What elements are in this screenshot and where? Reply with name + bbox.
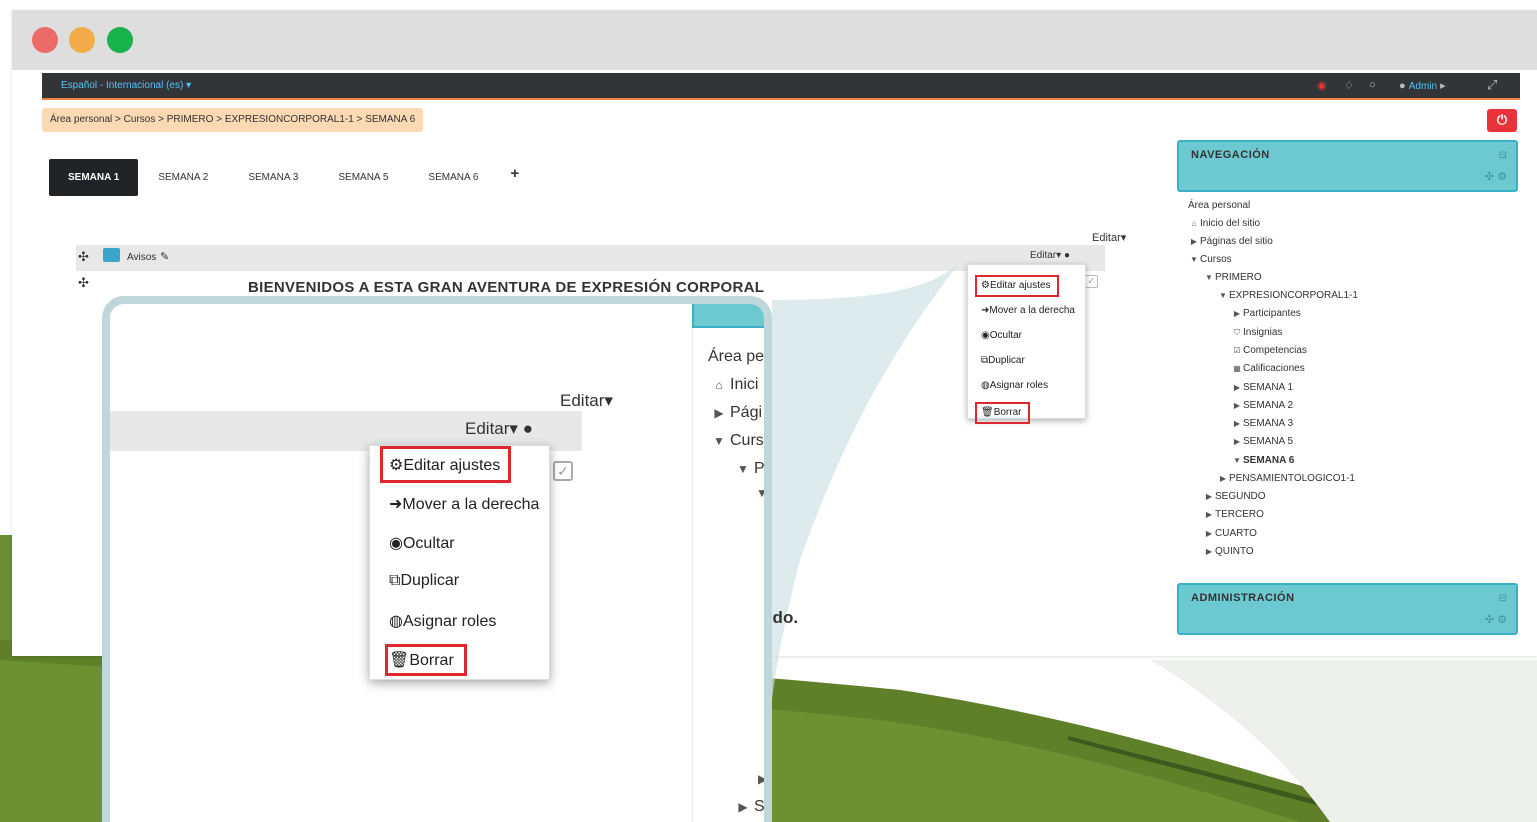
- zoom-callout: Editar▾ Editar▾ ● ✓ Área per ⌂ Inici ▶ Pág…: [102, 296, 772, 822]
- nav-item[interactable]: ▶ S: [732, 798, 765, 816]
- nav-item-label: P: [754, 460, 765, 477]
- user-circle-icon: ◍: [389, 613, 403, 630]
- nav-item-label: Inici: [730, 376, 759, 393]
- nav-item[interactable]: ▼ Curs: [708, 432, 764, 450]
- menu-item-label: Editar ajustes: [403, 457, 501, 474]
- home-icon: ⌂: [715, 378, 723, 392]
- nav-item[interactable]: ▼ P: [732, 460, 765, 478]
- caret-right-icon: ▶: [738, 800, 748, 814]
- nav-item[interactable]: Área per: [708, 348, 764, 366]
- caret-right-icon: ▶: [714, 406, 724, 420]
- caret-down-icon: ▼: [713, 434, 725, 448]
- menu-item-mover[interactable]: ➜Mover a la derecha: [389, 494, 539, 514]
- copy-icon: ⧉: [389, 572, 401, 589]
- menu-item-asignar-roles[interactable]: ◍Asignar roles: [389, 611, 496, 631]
- completion-checkbox[interactable]: ✓: [553, 461, 573, 481]
- activity-edit-menu[interactable]: Editar▾ ●: [465, 419, 533, 439]
- edit-label: Editar: [560, 391, 605, 410]
- nav-item-label: Pági: [730, 404, 763, 421]
- caret-right-icon: ▶: [758, 772, 768, 786]
- menu-item-borrar[interactable]: 🗑Borrar: [389, 650, 454, 670]
- menu-item-editar-ajustes[interactable]: ⚙Editar ajustes: [389, 455, 500, 475]
- nav-item[interactable]: ▶ Pági: [708, 404, 762, 422]
- section-edit-menu[interactable]: Editar▾: [560, 391, 613, 411]
- menu-item-label: Mover a la derecha: [402, 496, 540, 513]
- menu-item-label: Asignar roles: [402, 613, 497, 630]
- menu-item-label: Borrar: [409, 652, 454, 669]
- menu-item-duplicar[interactable]: ⧉Duplicar: [389, 572, 459, 590]
- caret-down-icon: ▼: [737, 462, 749, 476]
- arrow-right-icon: ➜: [389, 496, 403, 513]
- menu-item-ocultar[interactable]: ◉Ocultar: [389, 533, 455, 553]
- zoom-block-header: [692, 304, 764, 328]
- menu-item-label: Duplicar: [400, 572, 460, 589]
- nav-item-label: S: [754, 798, 765, 815]
- menu-item-label: Ocultar: [402, 535, 455, 552]
- user-icon: ●: [522, 419, 533, 438]
- eye-icon: ◉: [389, 535, 403, 552]
- caret-down-icon: ▼: [756, 486, 768, 500]
- gear-icon: ⚙: [389, 457, 404, 474]
- divider: [692, 328, 693, 822]
- zoomed-activity-dropdown-menu: ⚙Editar ajustes ➜Mover a la derecha ◉Ocu…: [369, 445, 550, 680]
- nav-item-label: Curs: [730, 432, 764, 449]
- edit-label: Editar: [465, 419, 510, 438]
- nav-item[interactable]: ⌂ Inici: [708, 376, 758, 394]
- trash-icon: 🗑: [389, 652, 410, 669]
